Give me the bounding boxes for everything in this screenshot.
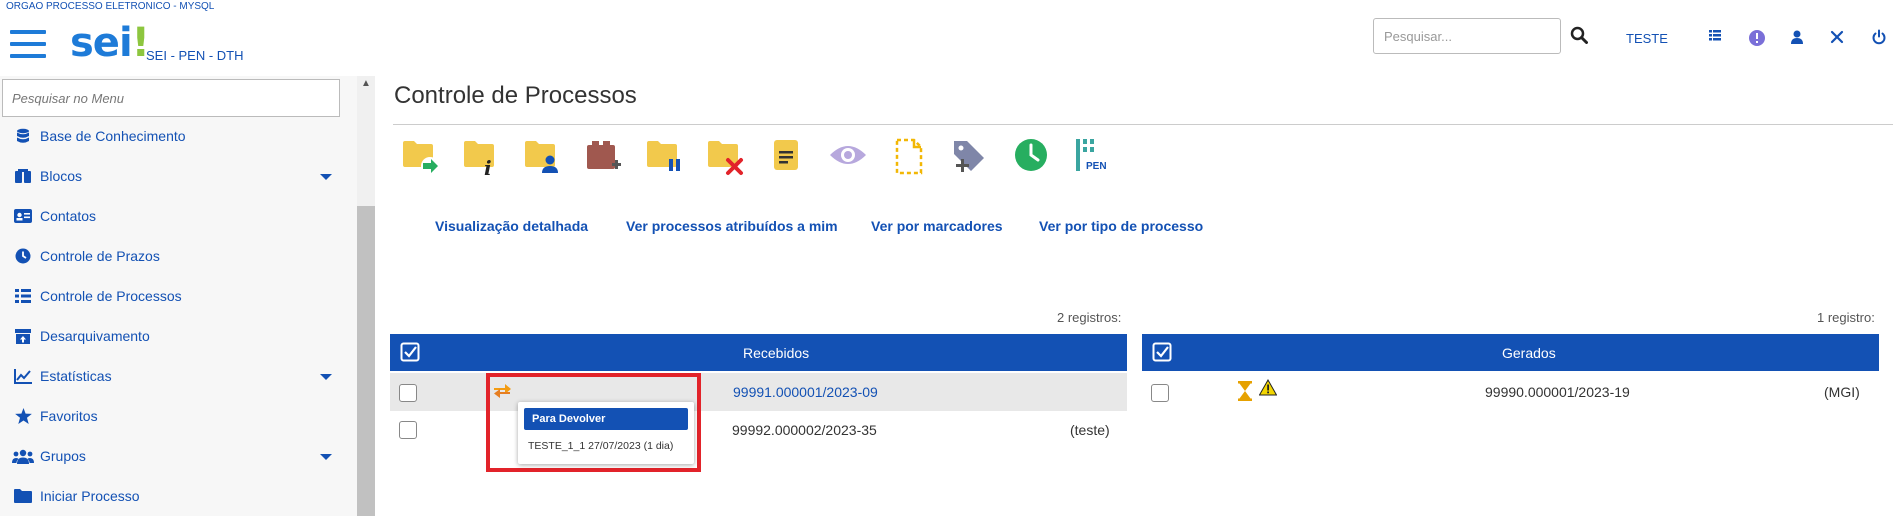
select-all-checkbox[interactable] <box>400 342 420 365</box>
sidebar: ▲ Base de Conhecimento Blocos Contatos C… <box>0 76 375 516</box>
link-por-tipo-processo[interactable]: Ver por tipo de processo <box>1039 218 1203 234</box>
sidebar-item-base-conhecimento[interactable]: Base de Conhecimento <box>12 121 342 151</box>
process-link[interactable]: 99991.000001/2023-09 <box>733 384 878 400</box>
sidebar-item-favoritos[interactable]: Favoritos <box>12 401 342 431</box>
suspend-process-icon[interactable] <box>645 137 685 177</box>
system-name: ORGAO PROCESSO ELETRONICO - MYSQL <box>6 1 215 12</box>
star-icon <box>12 408 34 424</box>
chart-icon <box>12 368 34 384</box>
process-number[interactable]: 99992.000002/2023-35 <box>732 422 877 438</box>
menu-toggle-button[interactable] <box>10 30 46 58</box>
sidebar-item-controle-processos[interactable]: Controle de Processos <box>12 281 342 311</box>
search-input[interactable] <box>1373 18 1561 54</box>
tools-icon[interactable] <box>1829 29 1845 50</box>
scrollbar-thumb[interactable] <box>357 206 375 516</box>
sidebar-item-label: Desarquivamento <box>40 328 150 344</box>
process-number[interactable]: 99990.000001/2023-19 <box>1485 384 1630 400</box>
users-icon <box>12 449 34 464</box>
sidebar-item-blocos[interactable]: Blocos <box>12 161 342 191</box>
sidebar-item-label: Base de Conhecimento <box>40 128 186 144</box>
id-card-icon <box>12 209 34 223</box>
clock-icon <box>12 248 34 264</box>
link-visualizacao-detalhada[interactable]: Visualização detalhada <box>435 218 588 234</box>
generated-header-label: Gerados <box>1502 345 1556 361</box>
new-document-icon[interactable] <box>889 137 929 177</box>
chevron-down-icon[interactable] <box>320 454 332 460</box>
row-checkbox[interactable] <box>1151 384 1169 402</box>
process-note: (MGI) <box>1824 384 1860 400</box>
sidebar-item-controle-prazos[interactable]: Controle de Prazos <box>12 241 342 271</box>
sidebar-item-label: Grupos <box>40 448 86 464</box>
send-process-icon[interactable] <box>401 137 441 177</box>
view-icon[interactable] <box>828 137 868 177</box>
tooltip-info: TESTE_1_1 27/07/2023 (1 dia) <box>528 440 674 452</box>
link-por-marcadores[interactable]: Ver por marcadores <box>871 218 1003 234</box>
hourglass-icon[interactable] <box>1238 381 1252 404</box>
power-icon[interactable] <box>1871 29 1887 50</box>
sidebar-scrollbar[interactable]: ▲ <box>357 76 375 516</box>
received-header-label: Recebidos <box>743 345 810 361</box>
warning-icon[interactable] <box>1258 378 1278 399</box>
svg-text:PEN: PEN <box>1086 161 1107 172</box>
received-table-header: Recebidos <box>390 334 1127 371</box>
database-icon <box>12 128 34 144</box>
sidebar-item-estatisticas[interactable]: Estatísticas <box>12 361 342 391</box>
annotation-icon[interactable] <box>767 137 807 177</box>
tooltip-popup: Para Devolver TESTE_1_1 27/07/2023 (1 di… <box>518 402 694 464</box>
list-icon <box>12 289 34 303</box>
sidebar-item-label: Controle de Processos <box>40 288 182 304</box>
sidebar-item-label: Favoritos <box>40 408 98 424</box>
sidebar-item-contatos[interactable]: Contatos <box>12 201 342 231</box>
grid-icon[interactable] <box>1708 29 1722 48</box>
conclude-process-icon[interactable] <box>706 137 746 177</box>
sidebar-item-label: Contatos <box>40 208 97 224</box>
tooltip-title: Para Devolver <box>524 408 688 430</box>
org-label[interactable]: SEI - PEN - DTH <box>146 48 244 63</box>
page-title: Controle de Processos <box>394 82 637 109</box>
attach-process-icon[interactable] <box>584 137 624 177</box>
search-icon[interactable] <box>1570 26 1588 49</box>
scroll-up-icon[interactable]: ▲ <box>361 78 371 89</box>
info-icon[interactable] <box>1748 29 1766 52</box>
select-all-checkbox[interactable] <box>1152 342 1172 365</box>
generated-count: 1 registro: <box>1817 310 1875 325</box>
sidebar-item-desarquivamento[interactable]: Desarquivamento <box>12 321 342 351</box>
book-icon <box>12 169 34 183</box>
title-divider <box>393 124 1893 125</box>
received-count: 2 registros: <box>1057 310 1122 325</box>
user-icon[interactable] <box>1789 29 1805 50</box>
chevron-down-icon[interactable] <box>320 174 332 180</box>
sidebar-item-iniciar-processo[interactable]: Iniciar Processo <box>12 481 342 511</box>
process-note: (teste) <box>1070 422 1110 438</box>
sidebar-item-label: Blocos <box>40 168 83 184</box>
link-processos-atribuidos[interactable]: Ver processos atribuídos a mim <box>626 218 838 234</box>
sei-logo[interactable]: sei! <box>70 20 150 66</box>
menu-search-input[interactable] <box>2 79 340 117</box>
sidebar-item-grupos[interactable]: Grupos <box>12 441 342 471</box>
archive-icon <box>12 328 34 344</box>
control-deadline-icon[interactable] <box>1011 137 1051 177</box>
sidebar-item-label: Estatísticas <box>40 368 112 384</box>
generated-table-header: Gerados <box>1142 334 1879 371</box>
row-checkbox[interactable] <box>399 421 417 439</box>
sidebar-item-label: Iniciar Processo <box>40 488 140 504</box>
table-row: 99990.000001/2023-19 (MGI) <box>1142 373 1879 411</box>
folder-icon <box>12 489 34 503</box>
svg-text:i: i <box>484 156 492 177</box>
chevron-down-icon[interactable] <box>320 374 332 380</box>
add-marker-icon[interactable] <box>950 137 990 177</box>
process-info-icon[interactable]: i <box>462 137 502 180</box>
user-name[interactable]: TESTE <box>1626 31 1668 46</box>
pen-icon[interactable]: PEN <box>1072 137 1112 177</box>
row-checkbox[interactable] <box>399 384 417 402</box>
assign-process-icon[interactable] <box>523 137 563 177</box>
sidebar-item-label: Controle de Prazos <box>40 248 160 264</box>
